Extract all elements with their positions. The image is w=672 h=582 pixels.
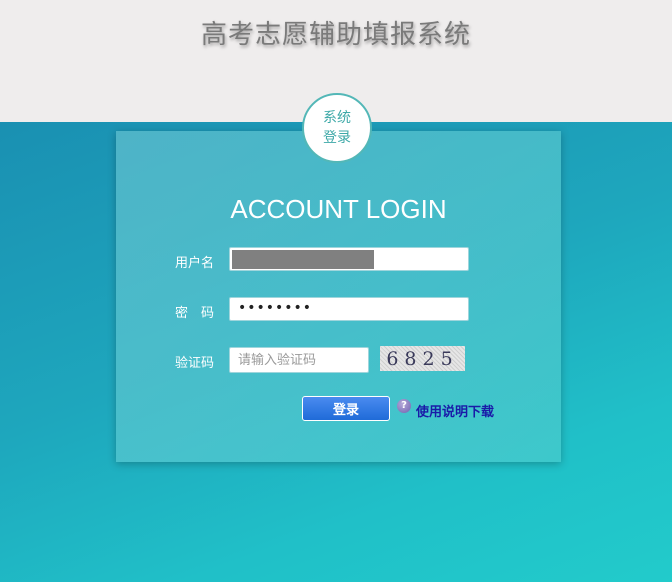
system-login-badge: 系统 登录: [302, 93, 372, 163]
login-heading: ACCOUNT LOGIN: [230, 194, 447, 224]
password-input[interactable]: ••••••••: [229, 297, 469, 321]
captcha-input[interactable]: [229, 347, 369, 373]
help-download-link[interactable]: 使用说明下载: [416, 401, 494, 420]
username-input[interactable]: [229, 247, 469, 271]
login-button[interactable]: 登录: [302, 396, 390, 421]
badge-line-1: 系统: [323, 110, 351, 126]
password-label: 密 码: [175, 306, 215, 321]
badge-line-2: 登录: [323, 130, 351, 146]
username-redacted-value: [232, 250, 374, 269]
site-title: 高考志愿辅助填报系统: [200, 20, 471, 50]
captcha-image[interactable]: 6825: [380, 346, 465, 371]
captcha-label: 验证码: [175, 356, 215, 371]
captcha-code: 6825: [386, 347, 459, 370]
username-label: 用户名: [175, 256, 215, 271]
question-circle-icon: ?: [397, 399, 411, 413]
password-masked-value: ••••••••: [238, 300, 313, 316]
